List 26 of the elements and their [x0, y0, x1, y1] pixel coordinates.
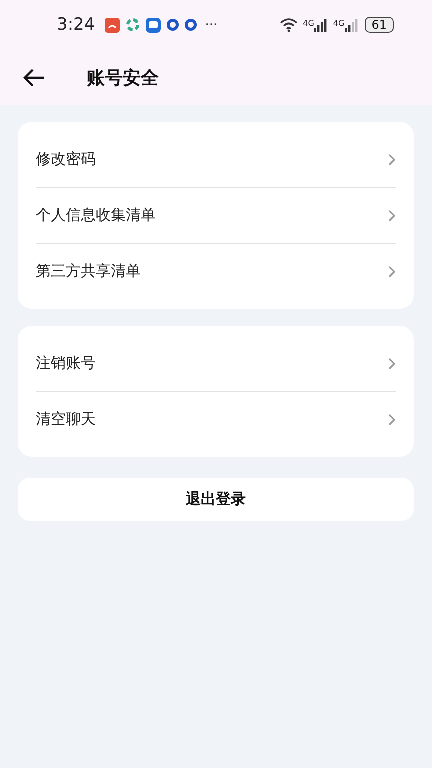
chevron-icon	[388, 266, 396, 278]
menu-item[interactable]: 个人信息收集清单	[36, 188, 396, 244]
app-notification-icon	[185, 19, 198, 31]
chevron-icon	[388, 210, 396, 222]
app-notification-icon	[126, 18, 140, 32]
app-notification-icon	[167, 19, 180, 31]
more-notifications: ···	[205, 18, 218, 32]
back-icon[interactable]	[22, 68, 46, 88]
signal-icon	[314, 18, 328, 32]
chevron-icon	[388, 358, 396, 370]
logout-button[interactable]: 退出登录	[18, 478, 414, 521]
chevron-icon	[388, 154, 396, 166]
chevron-icon	[388, 414, 396, 426]
battery-level: 61	[364, 17, 394, 33]
menu-item[interactable]: 注销账号	[36, 336, 396, 392]
page-title: 账号安全	[87, 66, 159, 90]
menu-item[interactable]: 清空聊天	[36, 392, 396, 447]
signal-icon	[344, 18, 359, 32]
menu-item[interactable]: 第三方共享清单	[36, 244, 396, 299]
app-notification-icon	[105, 18, 120, 32]
status-time: 3:24	[57, 15, 96, 35]
chat-notification-icon	[146, 18, 162, 32]
wifi-icon	[280, 18, 298, 32]
menu-item[interactable]: 修改密码	[36, 132, 396, 188]
network-type: 4G	[333, 18, 345, 28]
network-type: 4G	[303, 18, 314, 28]
